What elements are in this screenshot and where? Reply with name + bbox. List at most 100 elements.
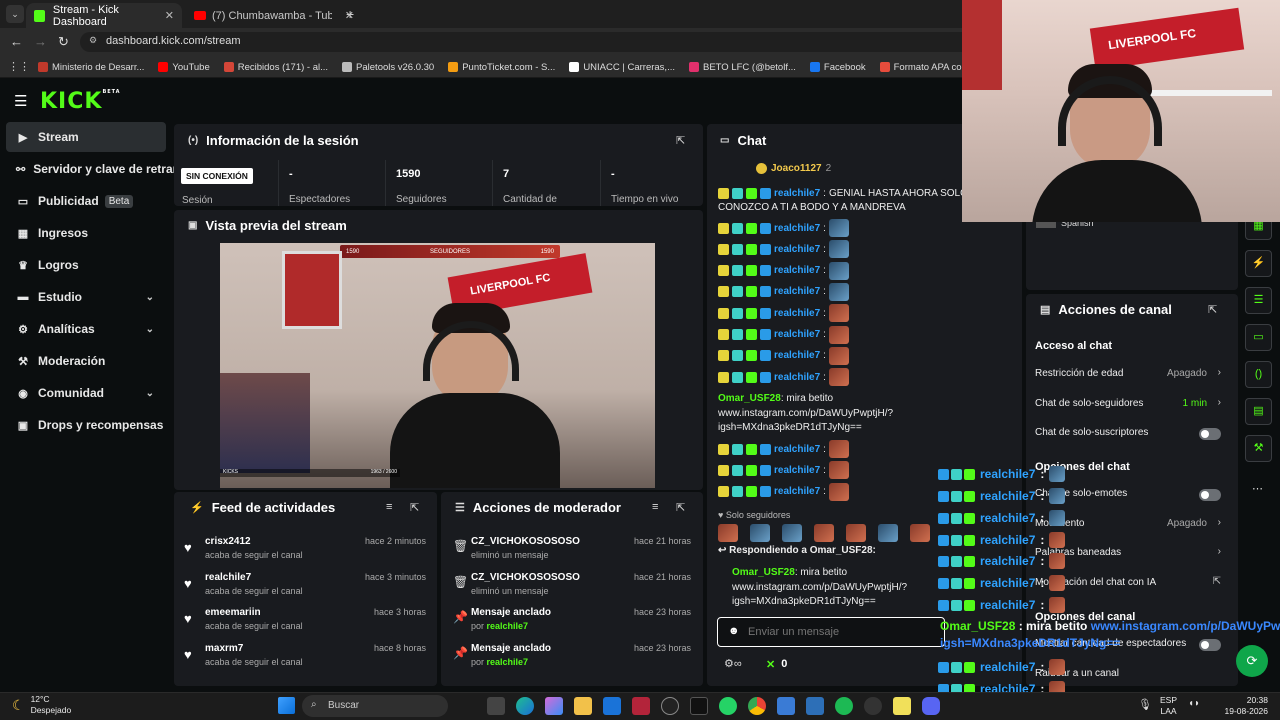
feed-username[interactable]: crisx2412: [205, 536, 251, 547]
emote-icon[interactable]: [718, 524, 738, 542]
expand-icon[interactable]: ⇱: [410, 501, 419, 514]
expand-icon[interactable]: ⇱: [676, 134, 685, 147]
bookmark-item[interactable]: Paletools v26.0.30: [342, 60, 434, 74]
bookmark-item[interactable]: Facebook: [809, 60, 866, 74]
chat-username[interactable]: realchile7: [774, 372, 820, 383]
chat-username[interactable]: realchile7: [774, 188, 820, 199]
network-icon[interactable]: ◖◗: [1188, 698, 1200, 709]
bookmark-item[interactable]: Formato APA con el...: [879, 60, 963, 74]
taskbar-search[interactable]: ⌕ Buscar: [302, 695, 448, 717]
bookmark-item[interactable]: YouTube: [158, 60, 210, 74]
chat-username[interactable]: realchile7: [774, 286, 820, 297]
chat-username[interactable]: realchile7: [774, 265, 820, 276]
chat-username[interactable]: realchile7: [774, 329, 820, 340]
app-icon[interactable]: [632, 697, 650, 715]
explorer-icon[interactable]: [574, 697, 592, 715]
close-icon[interactable]: ✕: [165, 9, 174, 22]
filter-icon[interactable]: ≡: [652, 501, 658, 513]
emote-icon[interactable]: [878, 524, 898, 542]
mod-by[interactable]: realchile7: [487, 621, 529, 631]
channel-setting-row[interactable]: Chat de solo-seguidores 1 min ›: [1035, 397, 1225, 414]
clock[interactable]: 20:38 19-08-2026: [1222, 695, 1268, 717]
toggle-switch[interactable]: [1199, 428, 1221, 440]
bookmark-item[interactable]: BETO LFC (@betolf...: [689, 60, 796, 74]
site-info-icon[interactable]: ⚙: [89, 35, 97, 46]
sidebar-item-5[interactable]: ▬ Estudio ⌄: [6, 282, 166, 312]
rail-live-icon[interactable]: (): [1245, 361, 1272, 388]
rail-server-icon[interactable]: ▤: [1245, 398, 1272, 425]
mail-icon[interactable]: [806, 697, 824, 715]
spotify-icon[interactable]: [835, 697, 853, 715]
filter-icon[interactable]: ≡: [386, 501, 392, 513]
rail-bolt-icon[interactable]: ⚡: [1245, 250, 1272, 277]
forward-icon[interactable]: →: [34, 34, 47, 49]
copilot-icon[interactable]: [545, 697, 563, 715]
tab-youtube[interactable]: (7) Chumbawamba - Tubthump ✕: [186, 3, 362, 28]
toggle-switch[interactable]: [1199, 489, 1221, 501]
chat-username[interactable]: Omar_USF28: [718, 393, 781, 404]
chevron-down-icon[interactable]: ⌄: [146, 292, 154, 303]
emoji-icon[interactable]: ☻: [728, 625, 740, 637]
sidebar-item-9[interactable]: ▣ Drops y recompensas: [6, 410, 166, 440]
stream-preview-video[interactable]: 1590 SEGUIDORES 1590 LIVERPOOL FC KICKS …: [220, 243, 655, 488]
sidebar-item-8[interactable]: ◉ Comunidad ⌄: [6, 378, 166, 408]
bookmark-item[interactable]: Ministerio de Desarr...: [38, 60, 144, 74]
chat-username[interactable]: realchile7: [774, 444, 820, 455]
weather-widget[interactable]: ☾ 12°C Despejado: [12, 694, 71, 716]
emote-icon[interactable]: [814, 524, 834, 542]
kick-logo[interactable]: KICKBETA: [40, 89, 121, 114]
sidebar-item-3[interactable]: ▦ Ingresos: [6, 218, 166, 248]
discord-icon[interactable]: [922, 697, 940, 715]
menu-icon[interactable]: ☰: [14, 92, 27, 110]
chat-settings-icon[interactable]: ⚙∞: [724, 657, 742, 670]
chat-username[interactable]: realchile7: [774, 465, 820, 476]
github-icon[interactable]: [661, 697, 679, 715]
emote-icon[interactable]: [910, 524, 930, 542]
sidebar-item-4[interactable]: ♛ Logros: [6, 250, 166, 280]
language-indicator[interactable]: ESP LAA: [1160, 695, 1177, 717]
mod-by[interactable]: realchile7: [487, 657, 529, 667]
edge-icon[interactable]: [516, 697, 534, 715]
bookmark-item[interactable]: UNIACC | Carreras,...: [569, 60, 675, 74]
expand-icon[interactable]: ⇱: [1208, 303, 1217, 316]
emote-icon[interactable]: [846, 524, 866, 542]
notes-icon[interactable]: [893, 697, 911, 715]
url-field[interactable]: ⚙ dashboard.kick.com/stream: [80, 32, 980, 52]
sidebar-item-0[interactable]: ▶ Stream: [6, 122, 166, 152]
photos-icon[interactable]: [777, 697, 795, 715]
feed-username[interactable]: emeemariin: [205, 607, 261, 618]
chevron-down-icon[interactable]: ⌄: [146, 388, 154, 399]
rail-list-icon[interactable]: ☰: [1245, 287, 1272, 314]
start-button[interactable]: [278, 697, 295, 714]
chat-input[interactable]: [748, 623, 938, 641]
feed-username[interactable]: maxrm7: [205, 643, 243, 654]
emote-icon[interactable]: [782, 524, 802, 542]
sidebar-item-6[interactable]: ⚙ Analíticas ⌄: [6, 314, 166, 344]
back-icon[interactable]: ←: [10, 34, 23, 49]
chat-input-box[interactable]: ☻: [717, 617, 945, 647]
new-tab-button[interactable]: +: [346, 6, 354, 22]
apps-icon[interactable]: ⋮⋮: [8, 60, 30, 73]
chevron-down-icon[interactable]: ⌄: [146, 324, 154, 335]
chat-username[interactable]: realchile7: [774, 244, 820, 255]
chat-username[interactable]: realchile7: [774, 223, 820, 234]
bookmark-item[interactable]: Recibidos (171) - al...: [223, 60, 328, 74]
chrome-icon[interactable]: [748, 697, 766, 715]
channel-setting-row[interactable]: Chat de solo-suscriptores: [1035, 427, 1225, 443]
chat-username[interactable]: realchile7: [774, 486, 820, 497]
obs-icon[interactable]: [864, 697, 882, 715]
sidebar-item-7[interactable]: ⚒ Moderación: [6, 346, 166, 376]
rail-tools-icon[interactable]: ⚒: [1245, 435, 1272, 462]
emote-icon[interactable]: [750, 524, 770, 542]
chat-link-cont[interactable]: igsh=MXdna3pkeDR1dTJyNg==: [718, 422, 862, 433]
bookmark-item[interactable]: PuntoTicket.com - S...: [448, 60, 555, 74]
chat-link[interactable]: www.instagram.com/p/DaWUyPwptjH/?: [718, 408, 893, 419]
feed-username[interactable]: realchile7: [205, 572, 251, 583]
rail-share-icon[interactable]: ⋯: [1252, 482, 1263, 495]
tab-kick-dashboard[interactable]: Stream - Kick Dashboard ✕: [26, 3, 182, 28]
whatsapp-icon[interactable]: [719, 697, 737, 715]
rail-chat-icon[interactable]: ▭: [1245, 324, 1272, 351]
sidebar-item-2[interactable]: ▭ Publicidad Beta: [6, 186, 166, 216]
reload-icon[interactable]: ↻: [58, 34, 69, 50]
mic-icon[interactable]: 🎙: [1138, 698, 1152, 711]
